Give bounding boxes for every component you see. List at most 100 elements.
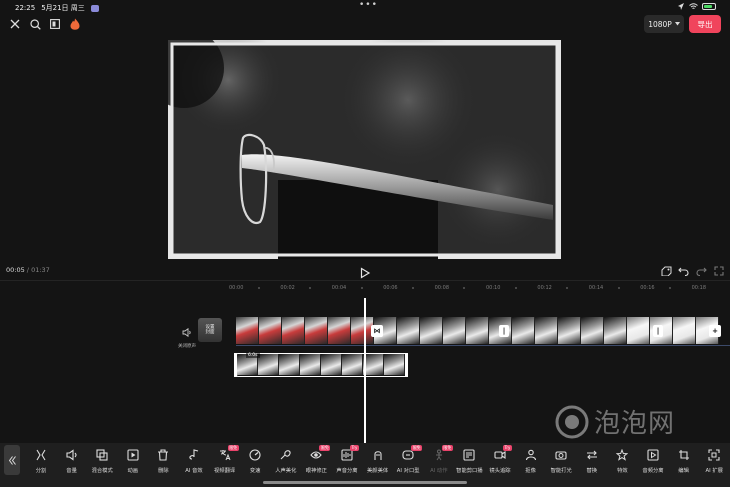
- clip-thumbnail: [259, 317, 282, 344]
- tool-ai-motion-button[interactable]: AI 动作 限免: [424, 445, 454, 474]
- play-icon: [360, 267, 371, 279]
- tool-translate-button[interactable]: 视频翻译 限免: [210, 445, 240, 474]
- tool-lip-sync-button[interactable]: AI 对口型 限免: [393, 445, 423, 474]
- ruler-dot: [257, 287, 260, 289]
- keyframe-icon[interactable]: [659, 263, 673, 279]
- overlay-clip-selected[interactable]: [236, 353, 407, 377]
- tool-label: AI 动作: [430, 468, 448, 474]
- tool-extract-audio-button[interactable]: 音频分离: [638, 449, 668, 474]
- preview-frame-image: [168, 40, 559, 259]
- tool-beauty-button[interactable]: 美颜美体: [363, 449, 393, 474]
- tool-label: 声音分离: [336, 468, 358, 474]
- ruler-dot: [411, 287, 414, 289]
- redo-icon[interactable]: [694, 263, 708, 279]
- video-preview[interactable]: [168, 40, 561, 259]
- ai-expand-icon: [708, 449, 720, 461]
- bubble-logo-icon: [555, 405, 589, 438]
- tool-badge: 限免: [441, 445, 453, 451]
- tool-blend-button[interactable]: 混合模式: [87, 449, 117, 474]
- tool-eye-correct-button[interactable]: 眼神修正 限免: [301, 445, 331, 474]
- tool-volume-button[interactable]: 音量: [57, 449, 87, 474]
- layout-icon[interactable]: [48, 16, 62, 32]
- ruler-tick-label: 00:14: [588, 285, 604, 291]
- tool-badge: 限免: [227, 445, 239, 451]
- transition-button[interactable]: ⋈: [371, 325, 383, 337]
- fullscreen-icon[interactable]: [712, 263, 726, 279]
- status-date: 5月21日 周三: [41, 4, 85, 12]
- ruler-tick-label: 00:10: [486, 285, 501, 291]
- tool-label: 智能打光: [550, 468, 572, 474]
- transition-button[interactable]: |: [499, 325, 509, 337]
- undo-icon[interactable]: [676, 263, 690, 279]
- close-icon[interactable]: [8, 16, 22, 32]
- ai-sound-icon: [188, 449, 200, 461]
- extract-audio-icon: [647, 449, 659, 461]
- tool-replace-button[interactable]: 替换: [577, 449, 607, 474]
- tool-animation-button[interactable]: 动画: [118, 449, 148, 474]
- clip-thumbnail: [420, 317, 443, 344]
- tool-effects-button[interactable]: 特效: [607, 449, 637, 474]
- ruler-tick-label: 00:02: [280, 285, 295, 291]
- clip-right-handle[interactable]: [405, 353, 408, 377]
- tool-ai-expand-button[interactable]: AI 扩展: [699, 449, 729, 474]
- tool-tracking-button[interactable]: 镜头追踪 Try: [485, 445, 515, 474]
- tool-speed-button[interactable]: 变速: [240, 449, 270, 474]
- tool-edit-button[interactable]: 编辑: [669, 449, 699, 474]
- caret-down-icon: [674, 22, 680, 26]
- export-button[interactable]: 导出: [689, 15, 721, 33]
- watermark: 泡泡网: [554, 403, 675, 440]
- app-icon: [90, 4, 99, 12]
- playhead[interactable]: [364, 298, 366, 443]
- clip-thumbnail: [397, 317, 420, 344]
- relight-icon: [555, 449, 567, 461]
- ruler-tick-label: 00:04: [331, 285, 347, 291]
- flame-icon[interactable]: [68, 16, 82, 32]
- tool-badge: 限免: [411, 445, 423, 451]
- more-dots-icon[interactable]: •••: [359, 0, 378, 10]
- tool-voice-beautify-button[interactable]: 人声美化: [271, 449, 301, 474]
- transition-button[interactable]: |: [653, 325, 663, 337]
- clip-duration: 6.0s: [246, 353, 260, 358]
- timeline-ruler[interactable]: 00:00 00:02 00:04 00:06 00:08 00:10 00:12 00:14…: [0, 280, 730, 296]
- mute-original-button[interactable]: 关闭原声: [176, 322, 198, 349]
- clip-thumbnail: [305, 317, 328, 344]
- ruler-dot: [309, 287, 312, 289]
- tool-label: 特效: [617, 468, 628, 474]
- blend-icon: [96, 449, 108, 461]
- ruler-dot: [514, 287, 517, 289]
- clip-thumbnail: [321, 354, 342, 375]
- tool-label: 混合模式: [91, 468, 113, 474]
- add-clip-button[interactable]: +: [709, 325, 721, 337]
- tool-split-button[interactable]: 分割: [26, 449, 56, 474]
- tool-ai-sound-button[interactable]: AI 音效: [179, 449, 209, 474]
- search-icon[interactable]: [28, 16, 42, 32]
- edit-icon: [678, 449, 690, 461]
- track-divider: [236, 345, 730, 346]
- resolution-button[interactable]: 1080P: [644, 15, 684, 33]
- collapse-toolbar-button[interactable]: [4, 445, 20, 475]
- clip-left-handle[interactable]: [234, 353, 237, 377]
- resolution-label: 1080P: [648, 19, 672, 29]
- total-time: 01:37: [31, 266, 50, 274]
- tool-relight-button[interactable]: 智能打光: [546, 449, 576, 474]
- effects-icon: [616, 449, 629, 461]
- tool-delete-button[interactable]: 删除: [148, 449, 178, 474]
- current-time: 00:05: [6, 266, 25, 274]
- clip-thumbnail: [443, 317, 466, 344]
- wifi-icon: [689, 3, 698, 9]
- tool-label: 抠像: [525, 468, 536, 474]
- tool-smart-cut-button[interactable]: 智能剪口播: [454, 449, 484, 474]
- tool-label: 动画: [127, 468, 139, 474]
- volume-icon: [66, 449, 78, 461]
- tool-audio-separate-button[interactable]: 声音分离 Try: [332, 445, 362, 474]
- tool-label: 删除: [158, 468, 169, 474]
- ruler-dot: [360, 287, 363, 289]
- tool-badge: Try: [503, 445, 512, 451]
- tool-label: AI 扩展: [705, 468, 723, 474]
- status-bar: 22:25 5月21日 周三 •••: [0, 0, 730, 14]
- speaker-icon: [182, 327, 191, 338]
- clip-thumbnail: [282, 317, 305, 344]
- tool-cutout-button[interactable]: 抠像: [516, 449, 546, 474]
- play-button[interactable]: [359, 264, 371, 279]
- set-cover-button[interactable]: 设置 封面: [198, 318, 222, 342]
